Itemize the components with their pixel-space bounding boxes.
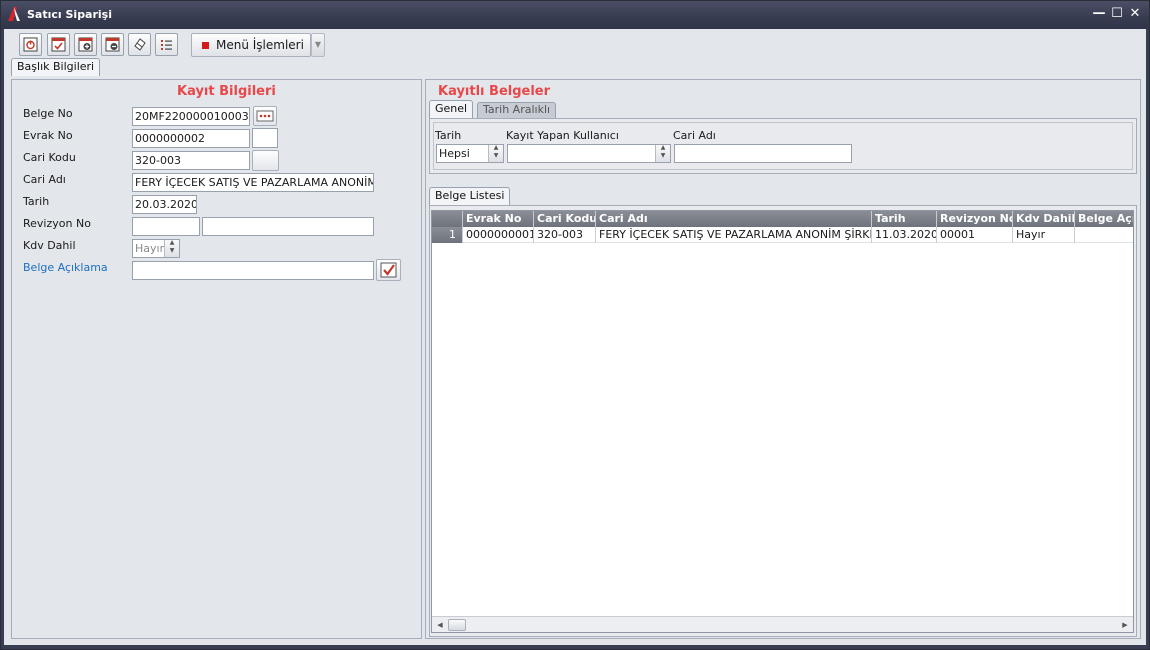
- maximize-button[interactable]: ☐: [1109, 6, 1125, 22]
- menu-operations-label: Menü İşlemleri: [216, 38, 304, 52]
- col-header-belge-aciklama[interactable]: Belge Açıklama: [1075, 211, 1133, 227]
- belge-no-field[interactable]: 20MF220000010003: [132, 107, 250, 126]
- app-logo-icon: [8, 7, 20, 21]
- ellipsis-icon: [256, 110, 274, 122]
- belge-listesi-grid[interactable]: Evrak No Cari Kodu Cari Adı Tarih Revizy…: [431, 210, 1134, 633]
- cell-revizyon-no: 00001: [937, 227, 1013, 243]
- filter-kullanici-label: Kayıt Yapan Kullanıcı: [506, 129, 619, 142]
- window-title: Satıcı Siparişi: [27, 8, 112, 21]
- grid-corner: [432, 211, 463, 227]
- filter-cari-adi-field[interactable]: [674, 144, 852, 163]
- cari-kodu-label: Cari Kodu: [23, 151, 76, 164]
- filter-tarih-select[interactable]: Hepsi ▲ ▼: [436, 144, 504, 163]
- belge-no-label: Belge No: [23, 107, 73, 120]
- scroll-right-arrow-icon[interactable]: ▶: [1119, 619, 1131, 631]
- filter-tarih-label: Tarih: [435, 129, 462, 142]
- evrak-no-label: Evrak No: [23, 129, 73, 142]
- kayit-bilgileri-panel: Kayıt Bilgileri Belge No 20MF22000001000…: [11, 79, 422, 639]
- save-button[interactable]: [47, 33, 70, 56]
- window-frame-bottom: [1, 645, 1149, 649]
- evrak-no-field[interactable]: 0000000002: [132, 129, 250, 148]
- col-header-cari-adi[interactable]: Cari Adı: [596, 211, 872, 227]
- list-button[interactable]: [155, 33, 178, 56]
- tab-genel[interactable]: Genel: [429, 100, 474, 118]
- minimize-button[interactable]: —: [1091, 6, 1107, 22]
- filter-tarih-value: Hepsi: [439, 147, 470, 160]
- scroll-left-arrow-icon[interactable]: ◀: [434, 619, 446, 631]
- filter-tarih-spinner[interactable]: ▲ ▼: [488, 145, 503, 162]
- delete-record-button[interactable]: [101, 33, 124, 56]
- window-frame-left: [1, 29, 4, 649]
- horizontal-scrollbar[interactable]: ◀ ▶: [432, 616, 1133, 632]
- row-number: 1: [432, 227, 463, 243]
- cari-adi-field[interactable]: FERY İÇECEK SATIŞ VE PAZARLAMA ANONİM Şİ…: [132, 173, 374, 192]
- revizyon-no-description-field[interactable]: [202, 217, 374, 236]
- list-icon: [161, 40, 172, 50]
- menu-square-icon: [202, 42, 209, 49]
- revizyon-no-field[interactable]: [132, 217, 200, 236]
- menu-operations-button[interactable]: Menü İşlemleri: [191, 33, 311, 57]
- col-header-kdv-dahil[interactable]: Kdv Dahil: [1013, 211, 1075, 227]
- kdv-dahil-select[interactable]: Hayır ▲ ▼: [132, 239, 180, 258]
- cell-evrak-no: 0000000001: [463, 227, 534, 243]
- col-header-cari-kodu[interactable]: Cari Kodu: [534, 211, 596, 227]
- cell-cari-adi: FERY İÇECEK SATIŞ VE PAZARLAMA ANONİM Şİ…: [596, 227, 872, 243]
- cell-cari-kodu: 320-003: [534, 227, 596, 243]
- checklist-save-icon: [51, 37, 66, 52]
- evrak-no-extra-field[interactable]: [252, 128, 278, 148]
- grid-header-row: Evrak No Cari Kodu Cari Adı Tarih Revizy…: [432, 211, 1133, 227]
- remove-document-icon: [105, 37, 120, 52]
- add-record-button[interactable]: [74, 33, 97, 56]
- filter-panel: Tarih Hepsi ▲ ▼ Kayıt Yapan Kullanıcı ▲ ▼ …: [429, 118, 1137, 174]
- close-button[interactable]: ✕: [1127, 6, 1143, 22]
- eraser-icon: [134, 38, 146, 51]
- col-header-evrak-no[interactable]: Evrak No: [463, 211, 534, 227]
- revizyon-no-label: Revizyon No: [23, 217, 91, 230]
- filter-kullanici-select[interactable]: ▲ ▼: [507, 144, 671, 163]
- col-header-tarih[interactable]: Tarih: [872, 211, 937, 227]
- power-icon: [23, 37, 38, 52]
- checkmark-icon: [380, 262, 397, 278]
- filter-cari-adi-label: Cari Adı: [673, 129, 716, 142]
- menu-dropdown-button[interactable]: ▼: [311, 33, 325, 57]
- clear-button[interactable]: [128, 33, 151, 56]
- tarih-label: Tarih: [23, 195, 50, 208]
- filter-kullanici-spinner[interactable]: ▲ ▼: [655, 145, 670, 162]
- cari-adi-label: Cari Adı: [23, 173, 66, 186]
- add-document-icon: [78, 37, 93, 52]
- col-header-revizyon-no[interactable]: Revizyon No: [937, 211, 1013, 227]
- cari-kodu-lookup-button[interactable]: [252, 150, 279, 171]
- toolbar: Menü İşlemleri ▼: [11, 33, 331, 57]
- tab-tarih-araligi[interactable]: Tarih Aralıklı: [477, 102, 557, 118]
- window-frame-right: [1146, 29, 1149, 649]
- kdv-dahil-label: Kdv Dahil: [23, 239, 76, 252]
- kayitli-belgeler-title: Kayıtlı Belgeler: [438, 84, 551, 99]
- kdv-dahil-value: Hayır: [135, 242, 165, 255]
- cell-belge-aciklama: [1075, 227, 1133, 243]
- power-button[interactable]: [19, 33, 42, 56]
- tarih-field[interactable]: 20.03.2020: [132, 195, 197, 214]
- cell-kdv-dahil: Hayır: [1013, 227, 1075, 243]
- scroll-thumb[interactable]: [448, 619, 466, 631]
- title-bar[interactable]: Satıcı Siparişi — ☐ ✕: [1, 1, 1149, 29]
- tab-belge-listesi[interactable]: Belge Listesi: [429, 187, 511, 205]
- cari-kodu-field[interactable]: 320-003: [132, 151, 250, 170]
- app-window: Satıcı Siparişi — ☐ ✕ Menü İşlemleri ▼ B…: [0, 0, 1150, 650]
- belge-aciklama-field[interactable]: [132, 261, 374, 280]
- belge-aciklama-confirm-button[interactable]: [376, 259, 401, 281]
- belge-aciklama-label[interactable]: Belge Açıklama: [23, 261, 108, 274]
- table-row[interactable]: 1 0000000001 320-003 FERY İÇECEK SATIŞ V…: [432, 227, 1133, 243]
- belge-no-browse-button[interactable]: [253, 106, 277, 126]
- cell-tarih: 11.03.2020: [872, 227, 937, 243]
- kayit-bilgileri-title: Kayıt Bilgileri: [177, 84, 276, 99]
- kdv-dahil-spinner[interactable]: ▲ ▼: [164, 240, 179, 257]
- tab-baslik-bilgileri[interactable]: Başlık Bilgileri: [11, 58, 101, 76]
